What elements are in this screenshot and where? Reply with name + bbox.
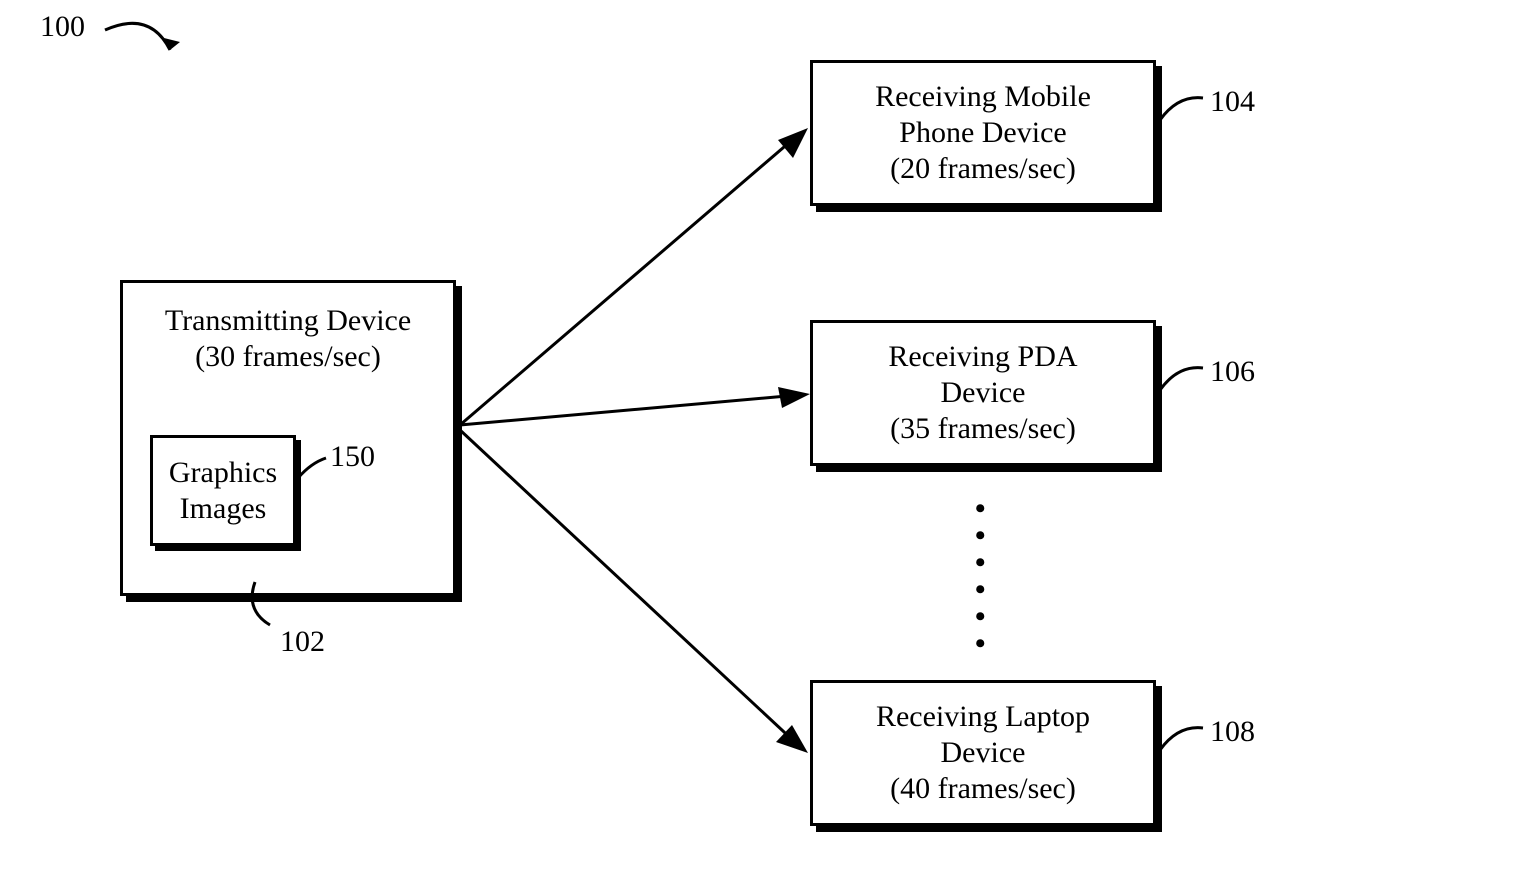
ellipsis-dots: •••••• <box>975 495 986 657</box>
receiving-mobile-box: Receiving Mobile Phone Device (20 frames… <box>810 60 1156 206</box>
ref-108-label: 108 <box>1210 715 1255 749</box>
arrow-to-laptop <box>458 425 818 765</box>
diagram-ref-hook <box>100 15 200 75</box>
receiving-laptop-box: Receiving Laptop Device (40 frames/sec) <box>810 680 1156 826</box>
receiver-2-line2: Device <box>941 735 1026 771</box>
graphics-line2: Images <box>180 491 267 527</box>
receiving-pda-box: Receiving PDA Device (35 frames/sec) <box>810 320 1156 466</box>
receiver-0-line2: Phone Device <box>899 115 1066 151</box>
arrow-to-mobile <box>458 120 818 430</box>
ref-106-hook <box>1158 360 1218 410</box>
receiver-0-line1: Receiving Mobile <box>875 79 1091 115</box>
arrow-to-pda <box>458 385 818 435</box>
receiver-2-rate: (40 frames/sec) <box>890 771 1076 807</box>
ref-106-label: 106 <box>1210 355 1255 389</box>
diagram-ref-label: 100 <box>40 10 85 44</box>
receiver-2-line1: Receiving Laptop <box>876 699 1090 735</box>
receiver-1-rate: (35 frames/sec) <box>890 411 1076 447</box>
receiver-1-line1: Receiving PDA <box>888 339 1077 375</box>
transmitter-title: Transmitting Device <box>165 303 411 339</box>
ref-150-label: 150 <box>330 440 375 474</box>
receiver-0-rate: (20 frames/sec) <box>890 151 1076 187</box>
graphics-images-box: Graphics Images <box>150 435 296 546</box>
transmitter-rate: (30 frames/sec) <box>195 339 381 375</box>
ref-104-label: 104 <box>1210 85 1255 119</box>
ref-104-hook <box>1158 90 1218 140</box>
ref-108-hook <box>1158 720 1218 770</box>
ref-102-label: 102 <box>280 625 325 659</box>
graphics-line1: Graphics <box>169 455 277 491</box>
receiver-1-line2: Device <box>941 375 1026 411</box>
